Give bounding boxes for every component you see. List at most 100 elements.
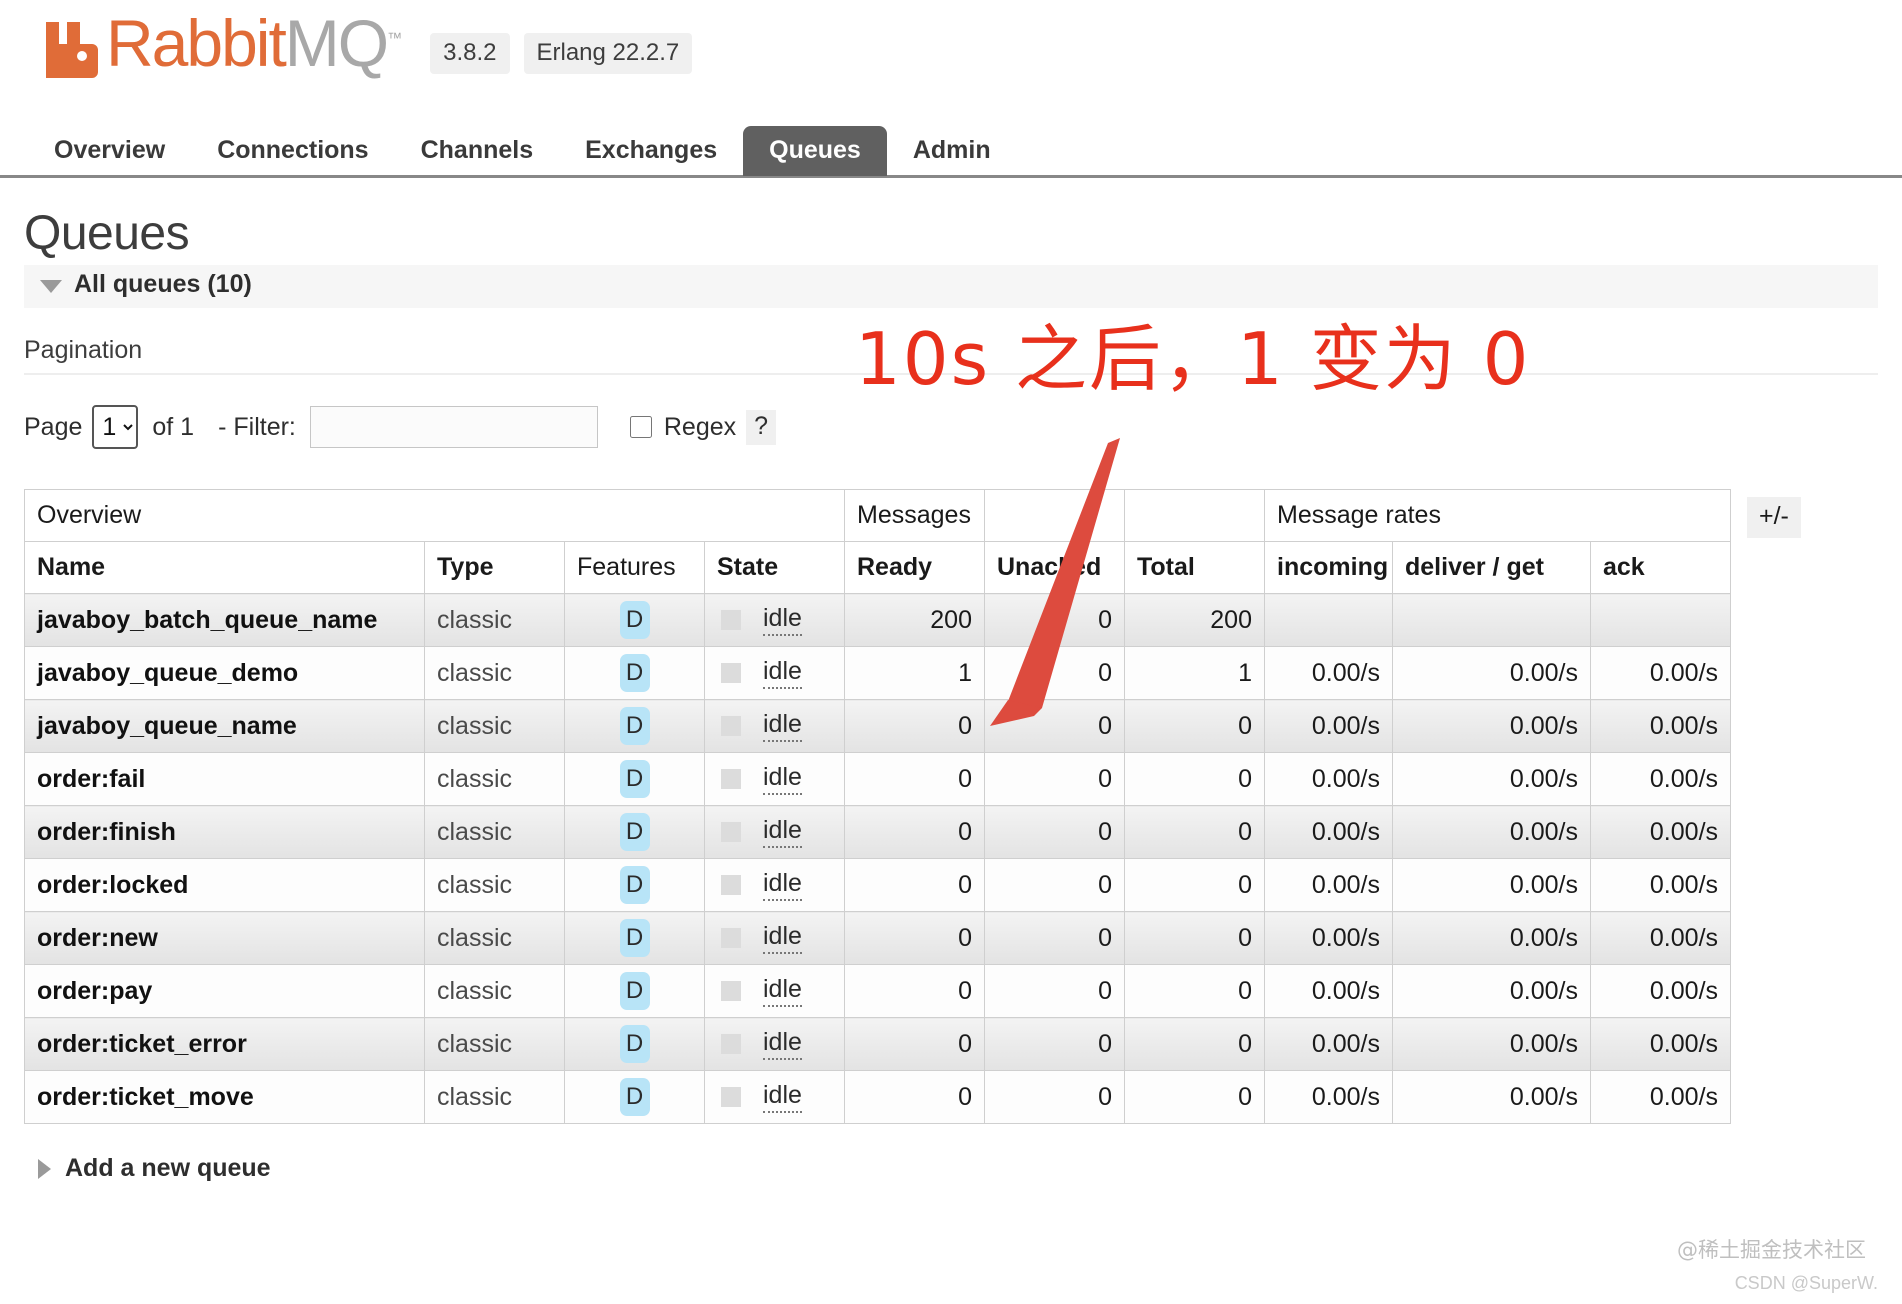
page-select[interactable]: 1 [92, 405, 138, 449]
cell-queue-features: D [565, 700, 705, 753]
column-header-ack[interactable]: ack [1591, 542, 1731, 594]
column-header-unacked[interactable]: Unacked [985, 542, 1125, 594]
regex-checkbox[interactable] [630, 416, 652, 438]
cell-rate-deliver-get: 0.00/s [1393, 859, 1591, 912]
tab-exchanges[interactable]: Exchanges [559, 126, 743, 176]
table-row[interactable]: order:payclassicDidle0000.00/s0.00/s0.00… [25, 965, 1731, 1018]
cell-rate-incoming: 0.00/s [1265, 1071, 1393, 1124]
column-header-ready[interactable]: Ready [845, 542, 985, 594]
cell-queue-name[interactable]: order:new [25, 912, 425, 965]
toggle-columns-button[interactable]: +/- [1747, 497, 1801, 538]
cell-rate-incoming: 0.00/s [1265, 1018, 1393, 1071]
table-row[interactable]: javaboy_batch_queue_nameclassicDidle2000… [25, 594, 1731, 647]
cell-queue-type: classic [425, 700, 565, 753]
table-row[interactable]: order:lockedclassicDidle0000.00/s0.00/s0… [25, 859, 1731, 912]
cell-queue-state: idle [705, 1071, 845, 1124]
cell-messages-ready: 0 [845, 965, 985, 1018]
column-header-name[interactable]: Name [25, 542, 425, 594]
cell-rate-deliver-get: 0.00/s [1393, 700, 1591, 753]
column-header-features[interactable]: Features [565, 542, 705, 594]
durable-badge-icon: D [620, 760, 650, 798]
add-new-queue-section[interactable]: Add a new queue [24, 1154, 1878, 1183]
cell-messages-unacked: 0 [985, 859, 1125, 912]
cell-queue-name[interactable]: order:pay [25, 965, 425, 1018]
cell-messages-total: 0 [1125, 859, 1265, 912]
state-label: idle [763, 816, 802, 848]
cell-messages-unacked: 0 [985, 912, 1125, 965]
cell-rate-deliver-get: 0.00/s [1393, 965, 1591, 1018]
cell-queue-name[interactable]: javaboy_queue_name [25, 700, 425, 753]
cell-messages-total: 0 [1125, 912, 1265, 965]
cell-queue-type: classic [425, 859, 565, 912]
cell-queue-name[interactable]: javaboy_batch_queue_name [25, 594, 425, 647]
column-header-state[interactable]: State [705, 542, 845, 594]
column-header-type[interactable]: Type [425, 542, 565, 594]
tab-admin[interactable]: Admin [887, 126, 1017, 176]
logo-wordmark: RabbitMQ™ [106, 10, 402, 76]
state-square-icon [721, 928, 741, 948]
rabbitmq-version-badge: 3.8.2 [430, 33, 509, 74]
cell-messages-total: 0 [1125, 1071, 1265, 1124]
table-row[interactable]: order:newclassicDidle0000.00/s0.00/s0.00… [25, 912, 1731, 965]
cell-queue-name[interactable]: order:ticket_error [25, 1018, 425, 1071]
column-header-deliver-get[interactable]: deliver / get [1393, 542, 1591, 594]
table-row[interactable]: order:finishclassicDidle0000.00/s0.00/s0… [25, 806, 1731, 859]
table-row[interactable]: order:ticket_errorclassicDidle0000.00/s0… [25, 1018, 1731, 1071]
cell-rate-incoming: 0.00/s [1265, 806, 1393, 859]
state-indicator-wrap: idle [717, 710, 832, 742]
group-header-messages: Messages [845, 490, 985, 542]
cell-rate-deliver-get: 0.00/s [1393, 1071, 1591, 1124]
watermark-primary: @稀土掘金技术社区 [1677, 1234, 1866, 1264]
cell-queue-state: idle [705, 859, 845, 912]
cell-queue-name[interactable]: javaboy_queue_demo [25, 647, 425, 700]
cell-rate-incoming: 0.00/s [1265, 647, 1393, 700]
table-row[interactable]: order:ticket_moveclassicDidle0000.00/s0.… [25, 1071, 1731, 1124]
table-row[interactable]: order:failclassicDidle0000.00/s0.00/s0.0… [25, 753, 1731, 806]
cell-queue-features: D [565, 594, 705, 647]
durable-badge-icon: D [620, 601, 650, 639]
table-row[interactable]: javaboy_queue_nameclassicDidle0000.00/s0… [25, 700, 1731, 753]
durable-badge-icon: D [620, 972, 650, 1010]
cell-queue-name[interactable]: order:locked [25, 859, 425, 912]
regex-help-icon[interactable]: ? [746, 410, 776, 445]
chevron-down-icon [40, 280, 62, 293]
column-header-total[interactable]: Total [1125, 542, 1265, 594]
tab-queues[interactable]: Queues [743, 126, 887, 176]
cell-queue-state: idle [705, 806, 845, 859]
state-indicator-wrap: idle [717, 816, 832, 848]
tab-connections[interactable]: Connections [191, 126, 394, 176]
tab-channels[interactable]: Channels [395, 126, 560, 176]
tab-overview[interactable]: Overview [28, 126, 191, 176]
state-indicator-wrap: idle [717, 763, 832, 795]
cell-messages-unacked: 0 [985, 1071, 1125, 1124]
cell-rate-ack: 0.00/s [1591, 965, 1731, 1018]
regex-control: Regex [630, 413, 736, 442]
cell-messages-ready: 1 [845, 647, 985, 700]
cell-queue-features: D [565, 647, 705, 700]
cell-queue-state: idle [705, 1018, 845, 1071]
cell-queue-name[interactable]: order:finish [25, 806, 425, 859]
cell-queue-features: D [565, 806, 705, 859]
cell-queue-name[interactable]: order:ticket_move [25, 1071, 425, 1124]
cell-rate-deliver-get: 0.00/s [1393, 753, 1591, 806]
cell-messages-total: 0 [1125, 965, 1265, 1018]
state-indicator-wrap: idle [717, 1028, 832, 1060]
cell-messages-ready: 0 [845, 1071, 985, 1124]
regex-label: Regex [664, 413, 736, 442]
durable-badge-icon: D [620, 654, 650, 692]
all-queues-section-header[interactable]: All queues (10) [24, 265, 1878, 308]
cell-queue-type: classic [425, 912, 565, 965]
cell-rate-deliver-get: 0.00/s [1393, 912, 1591, 965]
state-label: idle [763, 604, 802, 636]
pagination-controls: Page 1 of 1 - Filter: Regex ? [24, 405, 1878, 449]
cell-messages-total: 1 [1125, 647, 1265, 700]
logo-tm-mark: ™ [387, 30, 402, 47]
cell-queue-name[interactable]: order:fail [25, 753, 425, 806]
column-header-incoming[interactable]: incoming [1265, 542, 1393, 594]
chevron-right-icon [38, 1159, 51, 1179]
state-square-icon [721, 822, 741, 842]
queues-table-wrap: Overview Messages Message rates Name Typ… [24, 489, 1878, 1124]
table-row[interactable]: javaboy_queue_democlassicDidle1010.00/s0… [25, 647, 1731, 700]
state-label: idle [763, 975, 802, 1007]
filter-input[interactable] [310, 406, 598, 448]
